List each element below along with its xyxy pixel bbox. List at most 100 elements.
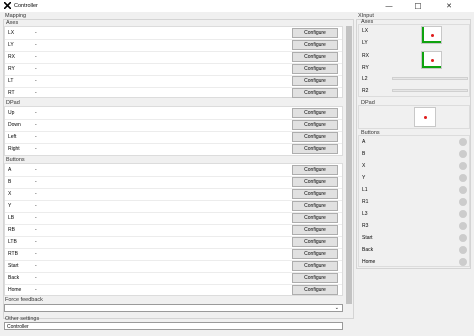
xinput-button-label-start: Start (362, 235, 373, 241)
buttons-label: LB (8, 215, 15, 221)
xinput-axis-label-ly: LY (362, 40, 368, 46)
buttons-value: - (35, 167, 37, 173)
xinput-button-indicator-b (459, 150, 467, 158)
configure-buttons-a-button[interactable]: Configure (292, 165, 338, 175)
xinput-button-label-l1: L1 (362, 187, 368, 193)
configure-dpad-left-button[interactable]: Configure (292, 132, 338, 142)
right-stick-x-bar (422, 66, 441, 68)
dpad-label: Down (8, 122, 21, 128)
xinput-button-indicator-r3 (459, 222, 467, 230)
configure-dpad-up-button[interactable]: Configure (292, 108, 338, 118)
other-settings-value: Controller (7, 324, 29, 330)
maximize-button[interactable]: ☐ (407, 0, 429, 12)
dpad-value: - (35, 122, 37, 128)
other-settings-field[interactable]: Controller (4, 322, 343, 330)
buttons-label: Back (8, 275, 20, 281)
dpad-label: Left (8, 134, 17, 140)
configure-buttons-rtb-button[interactable]: Configure (292, 249, 338, 259)
dpad-value: - (35, 110, 37, 116)
dpad-value: - (35, 146, 37, 152)
force-feedback-select[interactable]: ⌄ (4, 304, 343, 312)
buttons-value: - (35, 203, 37, 209)
configure-axes-lx-button[interactable]: Configure (292, 28, 338, 38)
xinput-button-indicator-home (459, 258, 467, 266)
buttons-row-home: Home - Configure (5, 285, 342, 296)
buttons-row-a: A - Configure (5, 165, 342, 176)
dpad-display (414, 107, 436, 127)
buttons-value: - (35, 251, 37, 257)
axes-value: - (35, 30, 37, 36)
buttons-value: - (35, 215, 37, 221)
xinput-button-label-x: X (362, 163, 366, 169)
configure-buttons-b-button[interactable]: Configure (292, 177, 338, 187)
axes-row-rt: RT - Configure (5, 88, 342, 99)
xinput-axis-label-r2: R2 (362, 88, 369, 94)
axes-row-ry: RY - Configure (5, 64, 342, 75)
axes-label: LY (8, 42, 14, 48)
xinput-button-label-back: Back (362, 247, 374, 253)
xinput-button-indicator-back (459, 246, 467, 254)
minimize-button[interactable]: — (378, 0, 400, 12)
dpad-value: - (35, 134, 37, 140)
axes-value: - (35, 54, 37, 60)
dpad-dot (424, 116, 427, 119)
buttons-label: A (8, 167, 12, 173)
xinput-button-label-r1: R1 (362, 199, 369, 205)
buttons-value: - (35, 287, 37, 293)
xinput-axis-label-rx: RX (362, 53, 369, 59)
chevron-down-icon: ⌄ (334, 305, 339, 311)
configure-axes-lt-button[interactable]: Configure (292, 76, 338, 86)
configure-buttons-ltb-button[interactable]: Configure (292, 237, 338, 247)
dpad-row-left: Left - Configure (5, 132, 342, 143)
configure-buttons-home-button[interactable]: Configure (292, 285, 338, 295)
configure-buttons-back-button[interactable]: Configure (292, 273, 338, 283)
buttons-row-lb: LB - Configure (5, 213, 342, 224)
mapping-scrollbar[interactable] (345, 20, 353, 310)
axes-value: - (35, 90, 37, 96)
mapping-scrollbar-thumb[interactable] (346, 26, 352, 304)
left-stick-x-bar (422, 41, 441, 43)
title-bar (0, 0, 474, 12)
xinput-button-label-l3: L3 (362, 211, 368, 217)
axes-group: LX - Configure LY - Configure RX - Configure RY - C… (4, 26, 343, 98)
buttons-label: Start (8, 263, 19, 269)
configure-axes-rt-button[interactable]: Configure (292, 88, 338, 98)
close-button[interactable]: ✕ (438, 0, 460, 12)
dpad-row-down: Down - Configure (5, 120, 342, 131)
buttons-group: A - Configure B - Configure X - Configure Y - Confi… (4, 163, 343, 296)
configure-buttons-start-button[interactable]: Configure (292, 261, 338, 271)
configure-axes-ry-button[interactable]: Configure (292, 64, 338, 74)
axes-row-rx: RX - Configure (5, 52, 342, 63)
configure-buttons-lb-button[interactable]: Configure (292, 213, 338, 223)
configure-axes-rx-button[interactable]: Configure (292, 52, 338, 62)
buttons-label: B (8, 179, 12, 185)
dpad-label: Up (8, 110, 15, 116)
configure-buttons-y-button[interactable]: Configure (292, 201, 338, 211)
configure-dpad-right-button[interactable]: Configure (292, 144, 338, 154)
xinput-button-label-a: A (362, 139, 366, 145)
buttons-value: - (35, 191, 37, 197)
buttons-row-x: X - Configure (5, 189, 342, 200)
axes-label: LT (8, 78, 14, 84)
axes-row-lx: LX - Configure (5, 28, 342, 39)
xinput-button-indicator-y (459, 174, 467, 182)
axes-label: RY (8, 66, 15, 72)
xinput-button-label-b: B (362, 151, 366, 157)
buttons-row-y: Y - Configure (5, 201, 342, 212)
buttons-label: Home (8, 287, 22, 293)
axes-value: - (35, 66, 37, 72)
axes-value: - (35, 42, 37, 48)
xinput-buttons-group (358, 135, 470, 267)
xinput-button-label-home: Home (362, 259, 376, 265)
configure-dpad-down-button[interactable]: Configure (292, 120, 338, 130)
buttons-label: RB (8, 227, 15, 233)
left-stick-display (421, 26, 442, 44)
configure-buttons-rb-button[interactable]: Configure (292, 225, 338, 235)
axes-row-ly: LY - Configure (5, 40, 342, 51)
r2-trigger-bar (392, 89, 468, 92)
configure-axes-ly-button[interactable]: Configure (292, 40, 338, 50)
dpad-group: Up - Configure Down - Configure Left - Configure… (4, 106, 343, 156)
xinput-button-label-y: Y (362, 175, 366, 181)
l2-trigger-bar (392, 77, 468, 80)
configure-buttons-x-button[interactable]: Configure (292, 189, 338, 199)
